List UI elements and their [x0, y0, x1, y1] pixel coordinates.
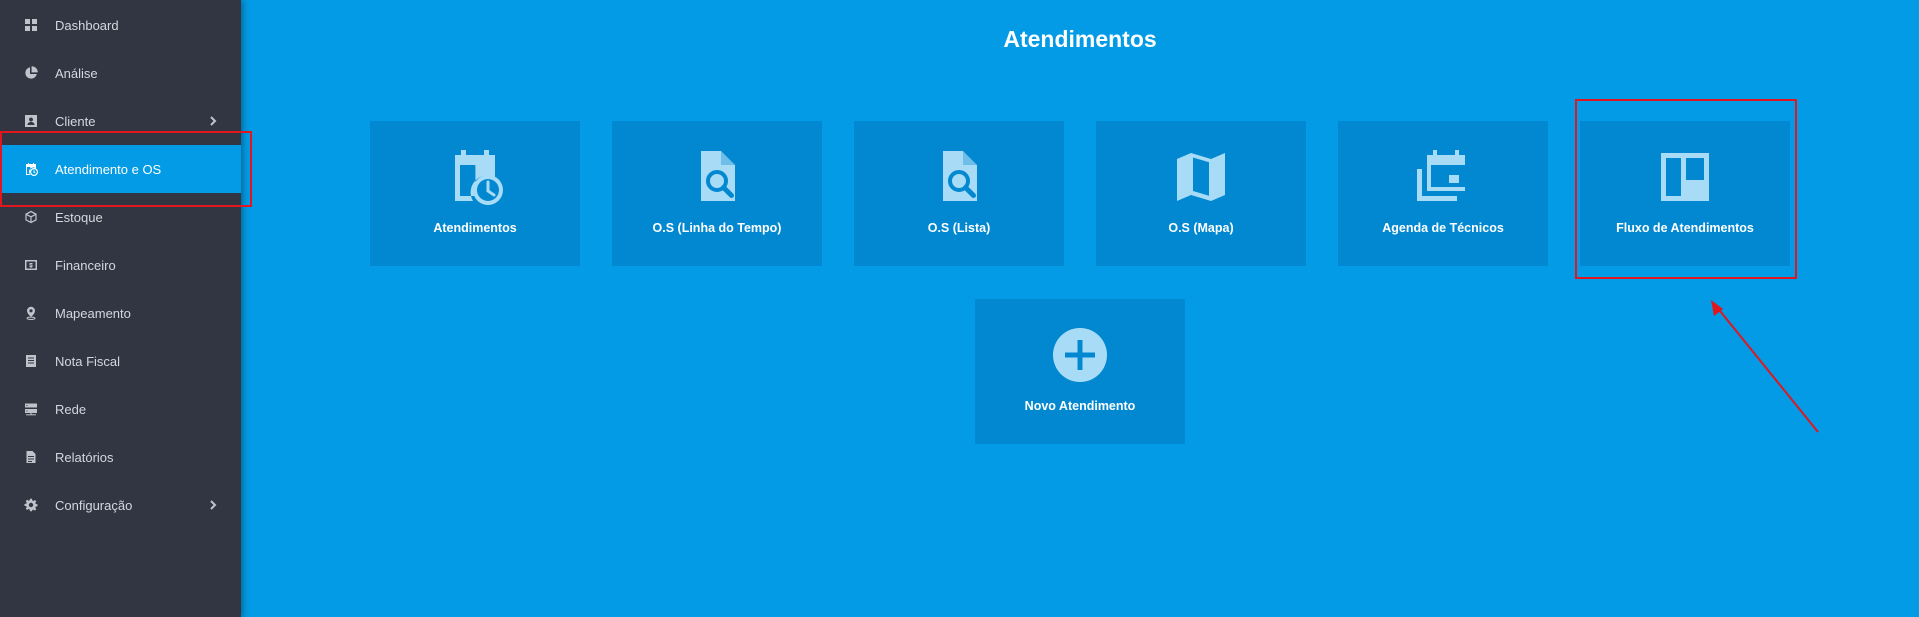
- file-search-icon: [687, 147, 747, 207]
- sidebar-item-label: Configuração: [55, 497, 133, 513]
- sidebar-item-label: Atendimento e OS: [55, 161, 162, 177]
- receipt-icon: [23, 353, 39, 369]
- sidebar-item-label: Financeiro: [55, 257, 116, 273]
- tile-label: O.S (Lista): [927, 221, 991, 235]
- tile-label: O.S (Linha do Tempo): [652, 221, 782, 235]
- tile-label: Fluxo de Atendimentos: [1616, 221, 1754, 235]
- tile-novo-atendimento[interactable]: Novo Atendimento: [975, 299, 1185, 444]
- server-icon: [23, 401, 39, 417]
- tile-label: O.S (Mapa): [1168, 221, 1234, 235]
- sidebar-item-estoque[interactable]: Estoque: [0, 193, 241, 241]
- sidebar-item-relatorios[interactable]: Relatórios: [0, 433, 241, 481]
- sidebar-item-label: Dashboard: [55, 17, 119, 33]
- tile-os-mapa[interactable]: O.S (Mapa): [1096, 121, 1306, 266]
- calendar-clock-icon: [23, 161, 39, 177]
- tile-label: Novo Atendimento: [1024, 399, 1136, 413]
- dashboard-icon: [23, 17, 39, 33]
- tile-os-linha-do-tempo[interactable]: O.S (Linha do Tempo): [612, 121, 822, 266]
- calendar-clock-icon: [445, 147, 505, 207]
- chevron-right-icon: [206, 114, 220, 128]
- sidebar-item-rede[interactable]: Rede: [0, 385, 241, 433]
- map-icon: [1171, 147, 1231, 207]
- sidebar-item-label: Mapeamento: [55, 305, 131, 321]
- annotation-arrow: [1711, 300, 1819, 433]
- sidebar-item-atendimento-os[interactable]: Atendimento e OS: [0, 145, 241, 193]
- sidebar-item-label: Estoque: [55, 209, 103, 225]
- sidebar-item-mapeamento[interactable]: Mapeamento: [0, 289, 241, 337]
- contact-card-icon: [23, 113, 39, 129]
- sidebar-item-label: Relatórios: [55, 449, 114, 465]
- tile-atendimentos[interactable]: Atendimentos: [370, 121, 580, 266]
- chevron-right-icon: [206, 498, 220, 512]
- tile-fluxo-de-atendimentos[interactable]: Fluxo de Atendimentos: [1580, 121, 1790, 266]
- sidebar-item-label: Análise: [55, 65, 98, 81]
- tile-os-lista[interactable]: O.S (Lista): [854, 121, 1064, 266]
- sidebar-item-cliente[interactable]: Cliente: [0, 97, 241, 145]
- box-icon: [23, 209, 39, 225]
- sidebar-item-analise[interactable]: Análise: [0, 49, 241, 97]
- tile-label: Agenda de Técnicos: [1382, 221, 1504, 235]
- pie-chart-icon: [23, 65, 39, 81]
- sidebar: Dashboard Análise Cliente Atendimento e …: [0, 0, 241, 617]
- file-search-icon: [929, 147, 989, 207]
- sidebar-item-financeiro[interactable]: Financeiro: [0, 241, 241, 289]
- tile-label: Atendimentos: [433, 221, 517, 235]
- sidebar-item-label: Nota Fiscal: [55, 353, 121, 369]
- page-title: Atendimentos: [1003, 26, 1157, 52]
- sidebar-item-nota-fiscal[interactable]: Nota Fiscal: [0, 337, 241, 385]
- sidebar-item-label: Rede: [55, 401, 87, 417]
- plus-circle-icon: [1050, 325, 1110, 385]
- gear-icon: [23, 497, 39, 513]
- sidebar-item-label: Cliente: [55, 113, 96, 129]
- map-pin-icon: [23, 305, 39, 321]
- document-icon: [23, 449, 39, 465]
- calendar-multiple-icon: [1413, 147, 1473, 207]
- sidebar-item-dashboard[interactable]: Dashboard: [0, 1, 241, 49]
- sidebar-item-configuracao[interactable]: Configuração: [0, 481, 241, 529]
- kanban-board-icon: [1655, 147, 1715, 207]
- tile-agenda-de-tecnicos[interactable]: Agenda de Técnicos: [1338, 121, 1548, 266]
- money-icon: [23, 257, 39, 273]
